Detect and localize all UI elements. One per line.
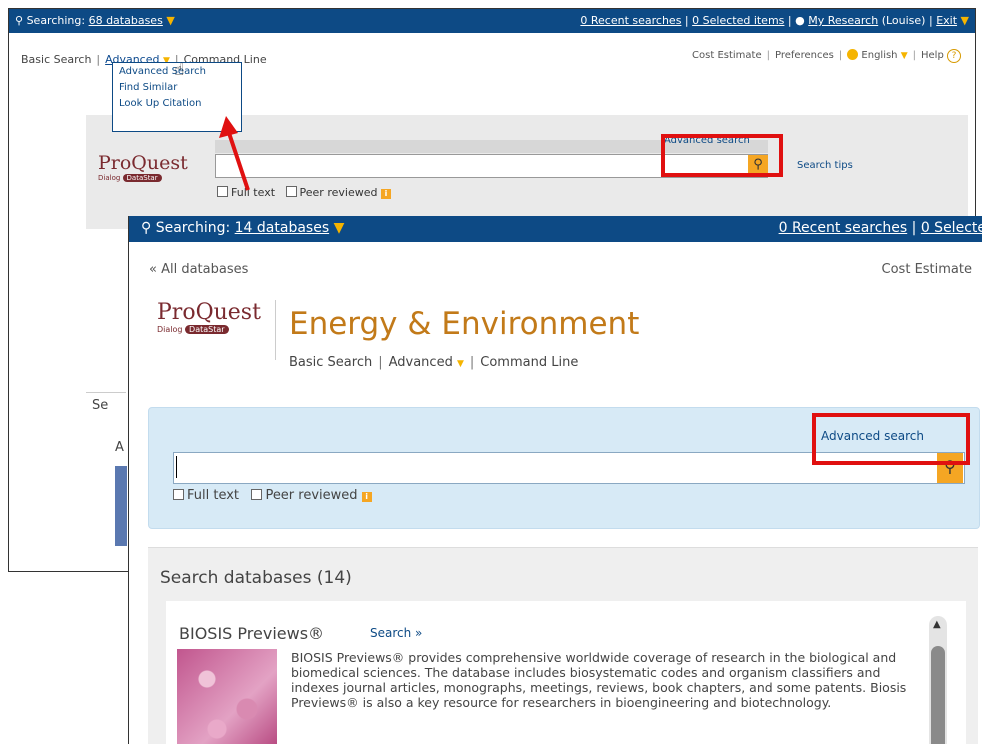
annotation-arrow <box>219 116 250 191</box>
